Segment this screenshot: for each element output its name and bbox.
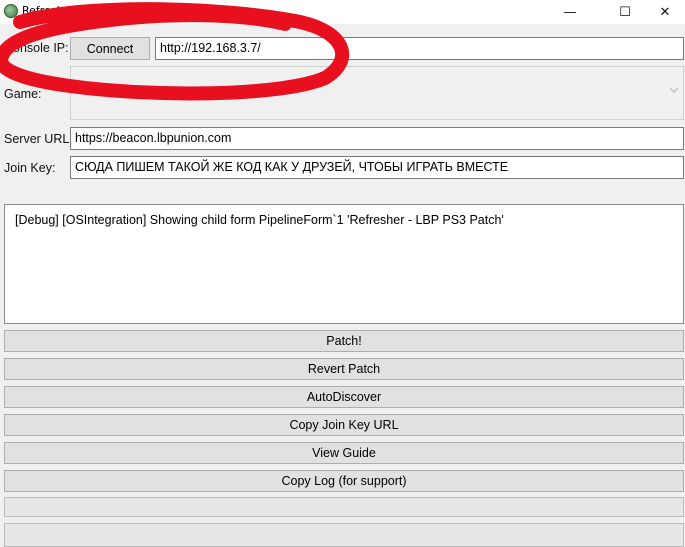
copy-join-key-url-button[interactable]: Copy Join Key URL bbox=[4, 414, 684, 436]
view-guide-button[interactable]: View Guide bbox=[4, 442, 684, 464]
app-icon bbox=[4, 4, 18, 18]
server-url-input[interactable]: https://beacon.lbpunion.com bbox=[70, 127, 684, 150]
join-key-label: Join Key: bbox=[4, 161, 56, 175]
maximize-icon: ☐ bbox=[619, 4, 631, 20]
console-ip-label: Console IP: bbox=[4, 41, 69, 55]
status-bar bbox=[4, 523, 684, 547]
chevron-down-icon bbox=[668, 84, 680, 96]
close-icon: ✕ bbox=[659, 4, 671, 20]
close-button[interactable]: ✕ bbox=[642, 0, 685, 24]
game-label: Game: bbox=[4, 87, 42, 101]
patch-button[interactable]: Patch! bbox=[4, 330, 684, 352]
join-key-input[interactable]: СЮДА ПИШЕМ ТАКОЙ ЖЕ КОД КАК У ДРУЗЕЙ, ЧТ… bbox=[70, 156, 684, 179]
connect-button[interactable]: Connect bbox=[70, 37, 150, 60]
log-output[interactable]: [Debug] [OSIntegration] Showing child fo… bbox=[4, 204, 684, 324]
server-url-label: Server URL: bbox=[4, 132, 73, 146]
revert-patch-button[interactable]: Revert Patch bbox=[4, 358, 684, 380]
minimize-icon: — bbox=[563, 4, 577, 20]
copy-log-button[interactable]: Copy Log (for support) bbox=[4, 470, 684, 492]
console-ip-input[interactable]: http://192.168.3.7/ bbox=[155, 37, 684, 60]
autodiscover-button[interactable]: AutoDiscover bbox=[4, 386, 684, 408]
game-select[interactable] bbox=[70, 66, 684, 120]
window-title: Refresher - LBP PS3 Patch bbox=[22, 4, 164, 17]
minimize-button[interactable]: — bbox=[547, 0, 593, 24]
progress-bar bbox=[4, 497, 684, 517]
log-line: [Debug] [OSIntegration] Showing child fo… bbox=[15, 213, 504, 227]
